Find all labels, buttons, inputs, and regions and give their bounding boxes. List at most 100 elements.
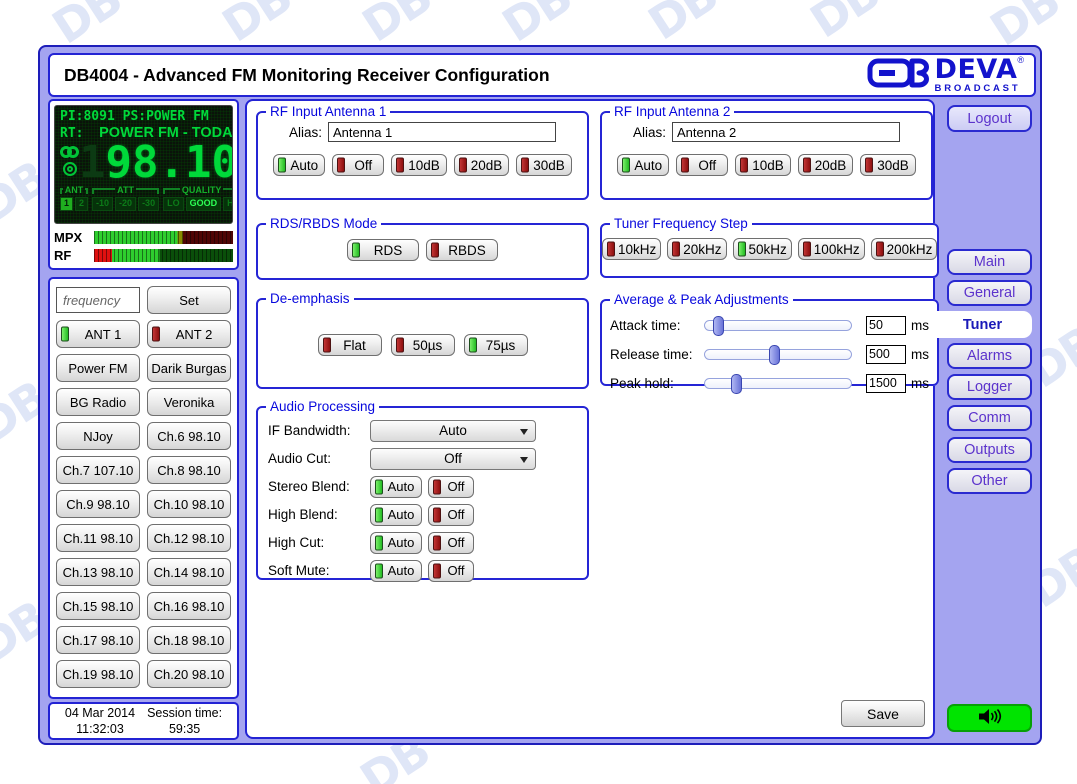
frequency-input[interactable] (56, 287, 140, 313)
release-time-value[interactable] (866, 345, 906, 364)
stereo-blend-auto-button[interactable]: Auto (370, 476, 422, 498)
preset-button[interactable]: Ch.18 98.10 (147, 626, 231, 654)
section-title: De-emphasis (266, 291, 354, 306)
rf2-20db-button[interactable]: 20dB (798, 154, 854, 176)
tab-main[interactable]: Main (947, 249, 1032, 275)
save-button[interactable]: Save (841, 700, 925, 727)
high-cut-off-button[interactable]: Off (428, 532, 474, 554)
preset-button[interactable]: Ch.9 98.10 (56, 490, 140, 518)
preset-button[interactable]: Ch.8 98.10 (147, 456, 231, 484)
rf1-10db-button[interactable]: 10dB (391, 154, 447, 176)
deemphasis-75us-button[interactable]: 75µs (464, 334, 528, 356)
tab-outputs[interactable]: Outputs (947, 437, 1032, 463)
average-peak-adjustments-section: Average & Peak Adjustments Attack time: … (600, 292, 939, 386)
quality-lo-indicator: LO (163, 197, 184, 211)
step-10khz-button[interactable]: 10kHz (602, 238, 661, 260)
peak-hold-value[interactable] (866, 374, 906, 393)
frequency-dim-digit: 1 (79, 137, 106, 188)
preset-button[interactable]: Ch.13 98.10 (56, 558, 140, 586)
slider-thumb[interactable] (713, 316, 724, 336)
step-50khz-button[interactable]: 50kHz (733, 238, 792, 260)
release-time-slider[interactable] (704, 349, 852, 360)
high-blend-off-button[interactable]: Off (428, 504, 474, 526)
preset-button[interactable]: Ch.7 107.10 (56, 456, 140, 484)
set-button[interactable]: Set (147, 286, 231, 314)
rf1-off-button[interactable]: Off (332, 154, 384, 176)
step-100khz-button[interactable]: 100kHz (798, 238, 865, 260)
preset-button[interactable]: BG Radio (56, 388, 140, 416)
audio-monitor-button[interactable] (947, 704, 1032, 732)
button-label: 20kHz (683, 242, 721, 257)
tab-comm[interactable]: Comm (947, 405, 1032, 431)
led-indicator (681, 158, 689, 173)
preset-button[interactable]: Ch.11 98.10 (56, 524, 140, 552)
high-blend-auto-button[interactable]: Auto (370, 504, 422, 526)
tuning-panel: Set ANT 1 ANT 2 Power FM Darik Burgas BG… (48, 277, 239, 699)
deemphasis-50us-button[interactable]: 50µs (391, 334, 455, 356)
rf2-auto-button[interactable]: Auto (617, 154, 669, 176)
tab-general[interactable]: General (947, 280, 1032, 306)
ant1-button[interactable]: ANT 1 (56, 320, 140, 348)
preset-button[interactable]: Ch.17 98.10 (56, 626, 140, 654)
app-window: DB4004 - Advanced FM Monitoring Receiver… (38, 45, 1042, 745)
session-time: Session time: 59:35 (147, 705, 222, 738)
soft-mute-auto-button[interactable]: Auto (370, 560, 422, 582)
deemphasis-flat-button[interactable]: Flat (318, 334, 382, 356)
audio-processing-section: Audio Processing IF Bandwidth: Auto Audi… (256, 399, 589, 580)
preset-button[interactable]: Ch.14 98.10 (147, 558, 231, 586)
tab-tuner[interactable]: Tuner (933, 311, 1032, 338)
step-200khz-button[interactable]: 200kHz (871, 238, 938, 260)
tab-logger[interactable]: Logger (947, 374, 1032, 400)
if-bandwidth-label: IF Bandwidth: (268, 423, 370, 438)
lcd-icons (60, 146, 79, 181)
if-bandwidth-select[interactable]: Auto (370, 420, 536, 442)
antenna1-alias-input[interactable] (328, 122, 556, 142)
lcd-panel: PI:8091 PS:POWER FM RT: POWER FM - TODA … (48, 99, 239, 270)
rf1-20db-button[interactable]: 20dB (454, 154, 510, 176)
rf1-auto-button[interactable]: Auto (273, 154, 325, 176)
frequency-value: 98.10 (106, 137, 234, 188)
slider-thumb[interactable] (731, 374, 742, 394)
rf2-10db-button[interactable]: 10dB (735, 154, 791, 176)
preset-button[interactable]: Ch.16 98.10 (147, 592, 231, 620)
rf1-30db-button[interactable]: 30dB (516, 154, 572, 176)
rbds-button[interactable]: RBDS (426, 239, 498, 261)
slider-thumb[interactable] (769, 345, 780, 365)
soft-mute-off-button[interactable]: Off (428, 560, 474, 582)
preset-button[interactable]: Power FM (56, 354, 140, 382)
rds-spiral-icon (63, 162, 77, 181)
attack-time-value[interactable] (866, 316, 906, 335)
rf2-off-button[interactable]: Off (676, 154, 728, 176)
date-time: 04 Mar 2014 11:32:03 (65, 705, 135, 738)
preset-button[interactable]: Ch.20 98.10 (147, 660, 231, 688)
button-label: Auto (290, 158, 318, 173)
tab-alarms[interactable]: Alarms (947, 343, 1032, 369)
audio-cut-select[interactable]: Off (370, 448, 536, 470)
preset-button[interactable]: Ch.6 98.10 (147, 422, 231, 450)
rds-button[interactable]: RDS (347, 239, 419, 261)
peak-hold-slider[interactable] (704, 378, 852, 389)
preset-button[interactable]: NJoy (56, 422, 140, 450)
ps-label: PS: (123, 109, 146, 124)
rf2-30db-button[interactable]: 30dB (860, 154, 916, 176)
preset-button[interactable]: Ch.15 98.10 (56, 592, 140, 620)
tab-other[interactable]: Other (947, 468, 1032, 494)
quality-good-indicator: GOOD (186, 197, 222, 211)
ant2-button[interactable]: ANT 2 (147, 320, 231, 348)
ant1-label: ANT 1 (85, 327, 122, 342)
antenna2-alias-input[interactable] (672, 122, 900, 142)
preset-button[interactable]: Ch.10 98.10 (147, 490, 231, 518)
attack-time-slider[interactable] (704, 320, 852, 331)
button-label: 200kHz (887, 242, 933, 257)
logo-brand: DEVA (935, 54, 1018, 85)
preset-button[interactable]: Ch.19 98.10 (56, 660, 140, 688)
step-20khz-button[interactable]: 20kHz (667, 238, 726, 260)
high-cut-auto-button[interactable]: Auto (370, 532, 422, 554)
stereo-blend-off-button[interactable]: Off (428, 476, 474, 498)
preset-button[interactable]: Darik Burgas (147, 354, 231, 382)
high-cut-label: High Cut: (268, 535, 370, 550)
preset-button[interactable]: Veronika (147, 388, 231, 416)
preset-button[interactable]: Ch.12 98.10 (147, 524, 231, 552)
logout-button[interactable]: Logout (947, 105, 1032, 132)
unit-label: ms (911, 347, 929, 362)
